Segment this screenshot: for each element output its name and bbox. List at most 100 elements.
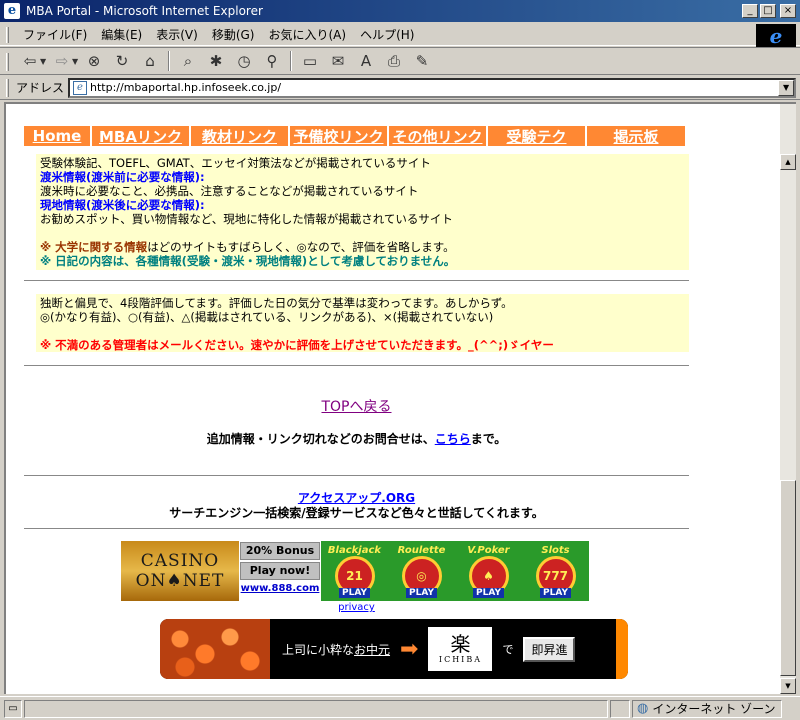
- addressbar-grip[interactable]: [6, 79, 9, 97]
- category-heading: 現地情報(渡米後に必要な情報):: [40, 198, 205, 212]
- status-zone: ◍ インターネット ゾーン: [632, 699, 782, 718]
- edit-icon[interactable]: ✎: [410, 50, 434, 72]
- category-heading: 渡米情報(渡米前に必要な情報):: [40, 170, 205, 184]
- category-desc: 渡米時に必要なこと、必携品、注意することなどが掲載されているサイト: [40, 184, 419, 198]
- menu-edit[interactable]: 編集(E): [94, 26, 149, 43]
- divider: [24, 365, 689, 366]
- game-roulette[interactable]: Roulette ◎ PLAY: [395, 545, 449, 598]
- close-button[interactable]: ×: [780, 4, 796, 18]
- contact-link[interactable]: こちら: [435, 432, 471, 446]
- nav-material-links[interactable]: 教材リンク: [191, 126, 288, 146]
- address-input[interactable]: e http://mbaportal.hp.infoseek.co.jp/ ▼: [68, 77, 797, 98]
- note-university: ※ 大学に関する情報はどのサイトもすばらしく、◎なので、評価を省略します。: [40, 240, 685, 254]
- rakuten-tagline: 上司に小粋なお中元: [282, 641, 390, 658]
- category-desc: 受験体験記、TOEFL、GMAT、エッセイ対策法などが掲載されているサイト: [40, 156, 431, 170]
- history-icon[interactable]: ◷: [232, 50, 256, 72]
- divider: [24, 475, 689, 476]
- casino-play-now[interactable]: Play now!: [240, 562, 320, 580]
- forward-icon[interactable]: ⇨: [50, 50, 74, 72]
- casino-logo: CASINO ON♠NET: [121, 541, 239, 601]
- ie-throbber-logo: e: [756, 24, 796, 48]
- privacy-row: privacy: [24, 602, 689, 613]
- site-nav: Home MBAリンク 教材リンク 予備校リンク その他リンク 受験テク 掲示板: [24, 126, 689, 146]
- nav-mba-links[interactable]: MBAリンク: [92, 126, 189, 146]
- toolbar-separator: [168, 51, 170, 71]
- rating-explanation: 独断と偏見で、4段階評価してます。評価した日の気分で基準は変わってます。あしから…: [40, 296, 513, 310]
- privacy-link[interactable]: privacy: [338, 602, 375, 613]
- casino-site[interactable]: www.888.com: [239, 583, 321, 594]
- access-up-desc: サーチエンジン一括検索/登録サービスなど色々と世話してくれます。: [169, 506, 544, 520]
- internet-zone-icon: ◍: [637, 701, 649, 716]
- game-name: V.Poker: [467, 544, 510, 556]
- status-bar: ▭ ◍ インターネット ゾーン: [0, 696, 800, 720]
- note-university-rest: はどのサイトもすばらしく、◎なので、評価を省略します。: [147, 240, 455, 254]
- back-dropdown-icon[interactable]: ▼: [40, 57, 48, 66]
- rakuten-ad-banner[interactable]: 上司に小粋なお中元 ➡ 楽 ICHIBA で 即昇進: [160, 619, 628, 679]
- back-to-top-link[interactable]: TOPへ戻る: [321, 399, 391, 415]
- scroll-down-icon[interactable]: ▼: [780, 678, 796, 694]
- promotion-button[interactable]: 即昇進: [523, 636, 576, 662]
- toolbar-separator: [290, 51, 292, 71]
- stop-icon[interactable]: ⊗: [82, 50, 106, 72]
- game-play-label: PLAY: [339, 587, 370, 598]
- casino-games: Blackjack 21 PLAY Roulette ◎ PLAY V.Poke…: [321, 541, 589, 601]
- nav-home[interactable]: Home: [24, 126, 90, 146]
- nav-other-links[interactable]: その他リンク: [389, 126, 486, 146]
- status-security: [610, 699, 630, 718]
- rakuten-tagline-link[interactable]: お中元: [354, 643, 390, 657]
- divider: [24, 528, 689, 529]
- address-url[interactable]: http://mbaportal.hp.infoseek.co.jp/: [90, 81, 281, 94]
- mail-icon[interactable]: ✉: [326, 50, 350, 72]
- menu-favorites[interactable]: お気に入り(A): [261, 26, 353, 43]
- home-icon[interactable]: ⌂: [138, 50, 162, 72]
- maximize-button[interactable]: □: [760, 4, 776, 18]
- scroll-up-icon[interactable]: ▲: [780, 154, 796, 170]
- casino-ad-banner[interactable]: CASINO ON♠NET 20% Bonus Play now! www.88…: [121, 541, 589, 601]
- game-blackjack[interactable]: Blackjack 21 PLAY: [328, 545, 382, 598]
- minimize-button[interactable]: _: [742, 4, 758, 18]
- game-play-label: PLAY: [473, 587, 504, 598]
- casino-logo-line2: ON♠NET: [135, 571, 225, 591]
- nav-bbs[interactable]: 掲示板: [587, 126, 685, 146]
- game-play-label: PLAY: [406, 587, 437, 598]
- menu-go[interactable]: 移動(G): [205, 26, 262, 43]
- game-slots[interactable]: Slots 777 PLAY: [529, 545, 583, 598]
- menubar-grip[interactable]: [6, 27, 9, 43]
- address-dropdown-icon[interactable]: ▼: [778, 79, 795, 96]
- access-up-link[interactable]: アクセスアップ.ORG: [298, 491, 415, 505]
- search-icon[interactable]: ⌕: [176, 50, 200, 72]
- legend-box-rating: 独断と偏見で、4段階評価してます。評価した日の気分で基準は変わってます。あしから…: [36, 294, 689, 352]
- menu-help[interactable]: ヘルプ(H): [353, 26, 421, 43]
- print-icon[interactable]: ⎙: [382, 50, 406, 72]
- page-viewport: Home MBAリンク 教材リンク 予備校リンク その他リンク 受験テク 掲示板…: [4, 102, 780, 694]
- font-size-icon[interactable]: A: [354, 50, 378, 72]
- ie-app-icon[interactable]: e: [4, 3, 20, 19]
- game-vpoker[interactable]: V.Poker ♠ PLAY: [462, 545, 516, 598]
- zone-label: インターネット ゾーン: [652, 702, 776, 716]
- toolbar-grip[interactable]: [6, 53, 9, 71]
- scroll-thumb[interactable]: [780, 480, 796, 676]
- back-icon[interactable]: ⇦: [18, 50, 42, 72]
- menu-view[interactable]: 表示(V): [149, 26, 205, 43]
- refresh-icon[interactable]: ↻: [110, 50, 134, 72]
- casino-bonus: 20% Bonus: [240, 542, 320, 560]
- banner-edge: [616, 619, 628, 679]
- standard-toolbar: ⇦ ▼ ⇨ ▼ ⊗ ↻ ⌂ ⌕ ✱ ◷ ⚲ ▭ ✉ A ⎙ ✎: [0, 47, 800, 75]
- nav-exam-tech[interactable]: 受験テク: [488, 126, 585, 146]
- rakuten-logo-top: 楽: [450, 632, 471, 656]
- vertical-scrollbar[interactable]: ▲ ▼: [780, 102, 796, 694]
- rakuten-logo: 楽 ICHIBA: [428, 627, 493, 671]
- menu-file[interactable]: ファイル(F): [16, 26, 94, 43]
- nav-prep-school-links[interactable]: 予備校リンク: [290, 126, 387, 146]
- channels-icon[interactable]: ⚲: [260, 50, 284, 72]
- contact-row: 追加情報・リンク切れなどのお問合せは、こちらまで。: [24, 430, 689, 447]
- note-diary: ※ 日記の内容は、各種情報(受験・渡米・現地情報)として考慮しておりません。: [40, 254, 456, 268]
- category-desc: お勧めスポット、買い物情報など、現地に特化した情報が掲載されているサイト: [40, 212, 453, 226]
- forward-dropdown-icon[interactable]: ▼: [72, 57, 80, 66]
- favorites-icon[interactable]: ✱: [204, 50, 228, 72]
- title-bar: e MBA Portal - Microsoft Internet Explor…: [0, 0, 800, 22]
- game-name: Slots: [541, 544, 570, 556]
- fullscreen-icon[interactable]: ▭: [298, 50, 322, 72]
- rakuten-logo-sub: ICHIBA: [438, 655, 482, 664]
- casino-logo-line1: CASINO: [140, 551, 220, 571]
